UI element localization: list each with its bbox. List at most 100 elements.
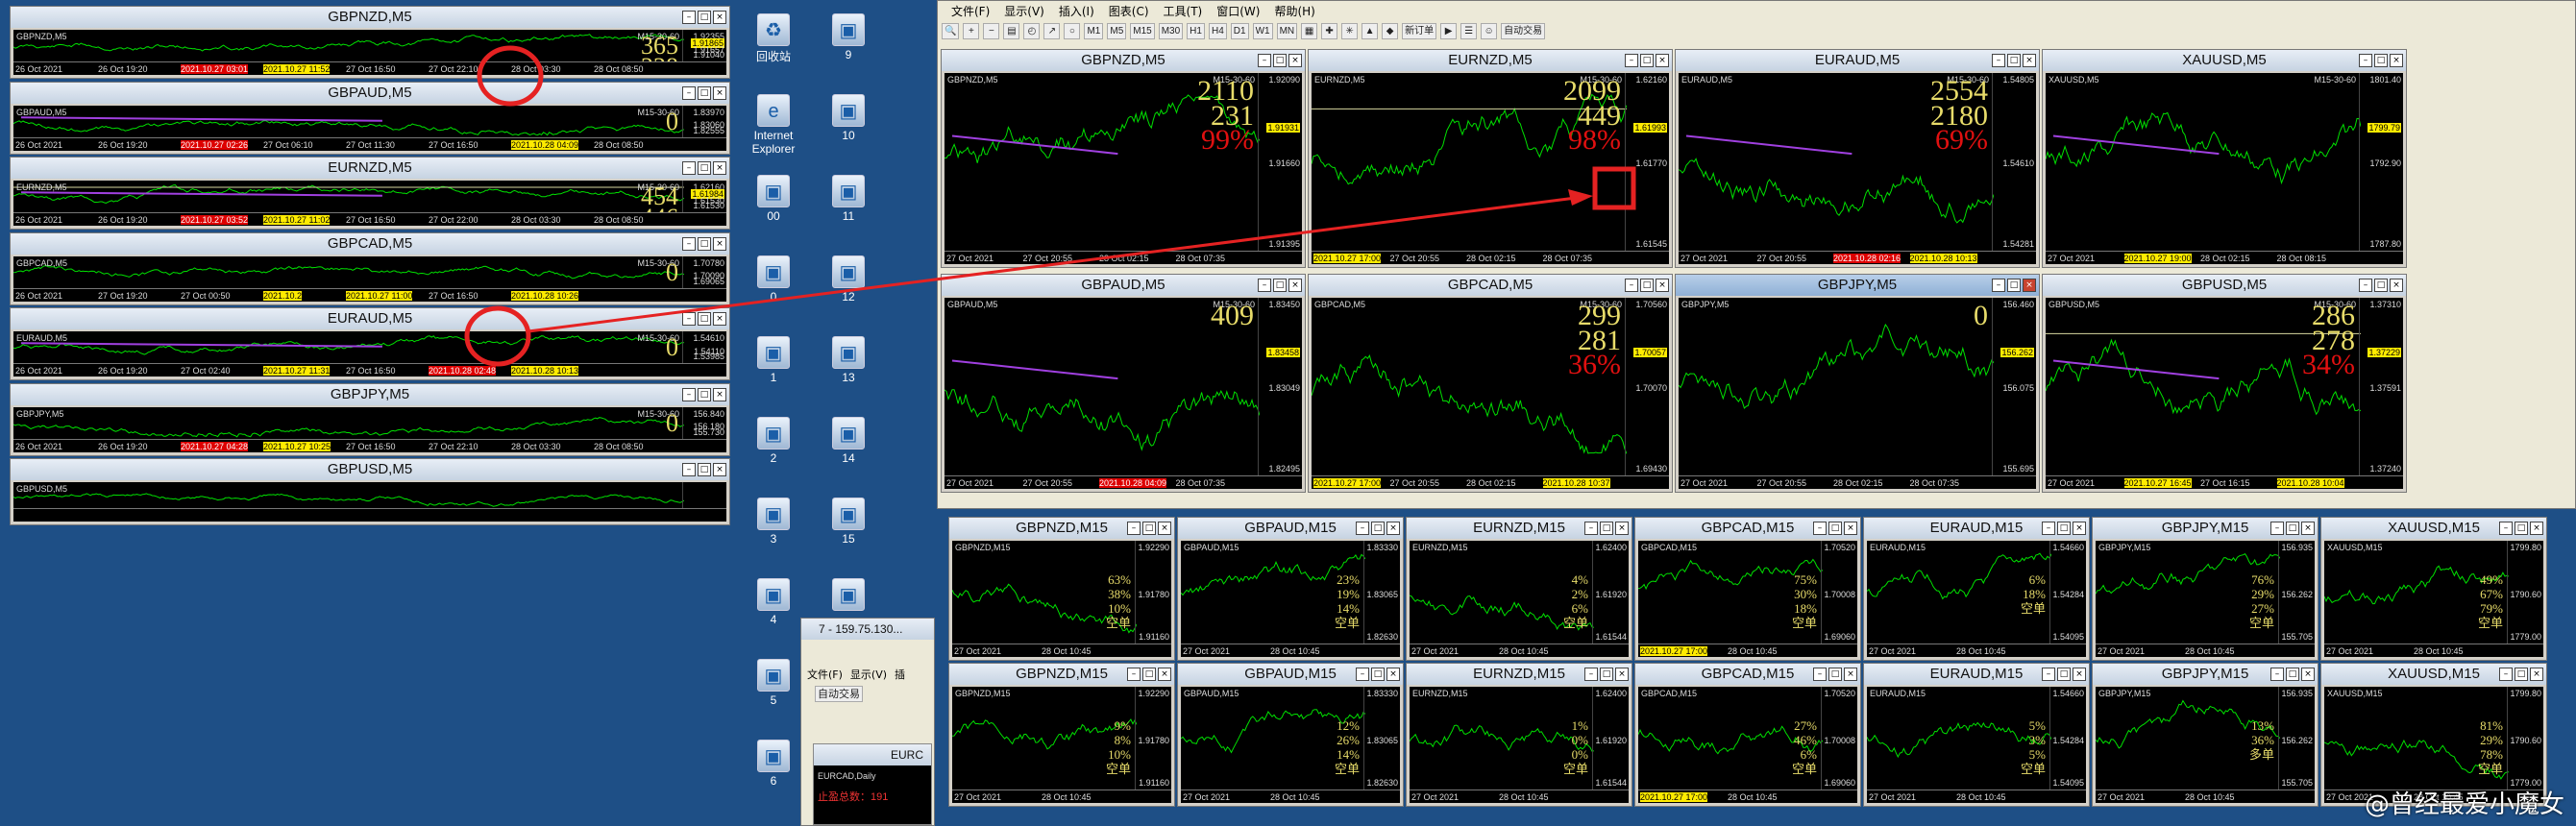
- main-chart-window[interactable]: XAUUSD,M5– □ × XAUUSD,M5 M15-30-60 1801.40 179…: [2042, 49, 2407, 268]
- close-button[interactable]: ×: [2390, 279, 2403, 292]
- minimize-button[interactable]: –: [1258, 54, 1271, 67]
- menu-item[interactable]: 文件(F): [951, 3, 990, 19]
- close-button[interactable]: ×: [1656, 54, 1669, 67]
- toolbar-icon[interactable]: ✳: [1341, 22, 1359, 39]
- chart-title[interactable]: GBPCAD,M5: [1309, 275, 1672, 296]
- chart-canvas[interactable]: GBPAUD,M15 1.83330 1.83065 1.82630 27 Oct 20…: [1181, 541, 1400, 657]
- minimize-button[interactable]: –: [2499, 522, 2513, 535]
- timeframe-button[interactable]: H1: [1187, 22, 1205, 39]
- desktop-icon[interactable]: ▣ 5: [740, 659, 807, 707]
- left-chart-window[interactable]: GBPJPY,M5– □ × GBPJPY,M5 M15-30-60 156.840 156…: [10, 382, 730, 456]
- main-chart-window[interactable]: GBPUSD,M5– □ × GBPUSD,M5 M15-30-60 1.37310 1.3…: [2042, 274, 2407, 493]
- maximize-button[interactable]: □: [1142, 668, 1156, 681]
- small-chart-window[interactable]: GBPJPY,M15 – □ × GBPJPY,M15 156.935 156.262 155…: [2092, 517, 2318, 661]
- toolbar-icon[interactable]: ☰: [1460, 22, 1478, 39]
- close-button[interactable]: ×: [1288, 279, 1302, 292]
- close-button[interactable]: ×: [2301, 668, 2315, 681]
- timeframe-button[interactable]: H4: [1208, 22, 1227, 39]
- menu-item[interactable]: 窗口(W): [1216, 3, 1260, 19]
- small-chart-window[interactable]: GBPCAD,M15 – □ × GBPCAD,M15 1.70520 1.70008 1.6…: [1634, 663, 1861, 807]
- minimize-button[interactable]: –: [1625, 54, 1638, 67]
- child-title[interactable]: EURC: [814, 744, 931, 765]
- close-button[interactable]: ×: [1615, 668, 1629, 681]
- small-chart-window[interactable]: GBPNZD,M15 – □ × GBPNZD,M15 1.92290 1.91780 1.9…: [948, 663, 1175, 807]
- desktop-icon[interactable]: ▣ 11: [815, 175, 882, 223]
- chart-canvas[interactable]: EURNZD,M5 M15-30-60 1.62160 1.61984 1.61530 1…: [13, 181, 726, 226]
- desktop-icon[interactable]: ▣: [815, 578, 882, 613]
- close-button[interactable]: ×: [1615, 522, 1629, 535]
- maximize-button[interactable]: □: [698, 387, 711, 401]
- chart-canvas[interactable]: EURAUD,M15 1.54660 1.54284 1.54095 27 Oct 20…: [1867, 687, 2086, 803]
- chart-title[interactable]: EURAUD,M5: [11, 308, 729, 329]
- small-chart-window[interactable]: EURNZD,M15 – □ × EURNZD,M15 1.62400 1.61920 1.6…: [1406, 663, 1632, 807]
- chart-title[interactable]: GBPJPY,M5: [1676, 275, 2039, 296]
- chart-title[interactable]: EURAUD,M5: [1676, 50, 2039, 71]
- timeframe-button[interactable]: MN: [1276, 22, 1298, 39]
- small-chart-window[interactable]: GBPCAD,M15 – □ × GBPCAD,M15 1.70520 1.70008 1.6…: [1634, 517, 1861, 661]
- main-chart-window[interactable]: EURAUD,M5– □ × EURAUD,M5 M15-30-60 1.54805 1.5…: [1675, 49, 2040, 268]
- toolbar-icon[interactable]: ✚: [1321, 22, 1338, 39]
- chart-canvas[interactable]: EURAUD,M5 M15-30-60 1.54805 1.54610 1.54281 2…: [1679, 73, 2036, 264]
- close-button[interactable]: ×: [2530, 668, 2543, 681]
- timeframe-button[interactable]: M15: [1130, 22, 1155, 39]
- maximize-button[interactable]: □: [2515, 522, 2528, 535]
- chart-title[interactable]: GBPCAD,M5: [11, 232, 729, 255]
- desktop-icon[interactable]: ▣ 15: [815, 498, 882, 546]
- minimize-button[interactable]: –: [2359, 279, 2372, 292]
- left-chart-window[interactable]: GBPCAD,M5– □ × GBPCAD,M5 M15-30-60 1.70780 1.7…: [10, 231, 730, 305]
- close-button[interactable]: ×: [1386, 668, 1400, 681]
- maximize-button[interactable]: □: [1600, 522, 1613, 535]
- menu-item[interactable]: 工具(T): [1164, 3, 1203, 19]
- toolbar-icon[interactable]: +: [963, 22, 980, 39]
- maximize-button[interactable]: □: [698, 463, 711, 476]
- chart-title[interactable]: EURNZD,M5: [1309, 50, 1672, 71]
- maximize-button[interactable]: □: [2057, 522, 2071, 535]
- chart-canvas[interactable]: GBPUSD,M5: [13, 482, 726, 522]
- toolbar-icon[interactable]: ▶: [1440, 22, 1458, 39]
- chart-title[interactable]: GBPNZD,M5: [11, 7, 729, 28]
- maximize-button[interactable]: □: [1640, 279, 1654, 292]
- chart-canvas[interactable]: XAUUSD,M15 1799.80 1790.60 1779.00 27 Oct 20…: [2324, 541, 2543, 657]
- maximize-button[interactable]: □: [1273, 279, 1287, 292]
- maximize-button[interactable]: □: [2374, 279, 2388, 292]
- desktop-icon[interactable]: ▣ 10: [815, 94, 882, 142]
- maximize-button[interactable]: □: [1640, 54, 1654, 67]
- minimize-button[interactable]: –: [2042, 668, 2055, 681]
- small-chart-window[interactable]: GBPNZD,M15 – □ × GBPNZD,M15 1.92290 1.91780 1.9…: [948, 517, 1175, 661]
- new-order-button[interactable]: 新订单: [1402, 22, 1437, 39]
- chart-canvas[interactable]: EURNZD,M5 M15-30-60 1.62160 1.61993 1.61770 1…: [1312, 73, 1669, 264]
- toolbar-icon[interactable]: ↗: [1043, 22, 1061, 39]
- maximize-button[interactable]: □: [2374, 54, 2388, 67]
- minimize-button[interactable]: –: [682, 85, 696, 100]
- close-button[interactable]: ×: [2023, 54, 2036, 67]
- small-chart-window[interactable]: EURAUD,M15 – □ × EURAUD,M15 1.54660 1.54284 1.5…: [1863, 663, 2090, 807]
- small-chart-window[interactable]: GBPAUD,M15 – □ × GBPAUD,M15 1.83330 1.83065 1.8…: [1177, 517, 1404, 661]
- small-chart-window[interactable]: GBPAUD,M15 – □ × GBPAUD,M15 1.83330 1.83065 1.8…: [1177, 663, 1404, 807]
- close-button[interactable]: ×: [1656, 279, 1669, 292]
- desktop-icon[interactable]: ▣ 2: [740, 417, 807, 465]
- minimize-button[interactable]: –: [2042, 522, 2055, 535]
- maximize-button[interactable]: □: [698, 312, 711, 326]
- chart-canvas[interactable]: GBPNZD,M15 1.92290 1.91780 1.91160 27 Oct 20…: [952, 541, 1171, 657]
- maximize-button[interactable]: □: [1600, 668, 1613, 681]
- desktop-icon[interactable]: ▣ 0: [740, 255, 807, 304]
- small-chart-window[interactable]: XAUUSD,M15 – □ × XAUUSD,M15 1799.80 1790.60 177…: [2320, 517, 2547, 661]
- close-button[interactable]: ×: [713, 312, 726, 326]
- chart-canvas[interactable]: GBPUSD,M5 M15-30-60 1.37310 1.37229 1.37591 1…: [2046, 298, 2403, 489]
- maximize-button[interactable]: □: [2286, 522, 2299, 535]
- maximize-button[interactable]: □: [1273, 54, 1287, 67]
- close-button[interactable]: ×: [1844, 522, 1857, 535]
- chart-title[interactable]: GBPUSD,M5: [11, 459, 729, 480]
- minimize-button[interactable]: –: [682, 312, 696, 326]
- small-chart-window[interactable]: EURNZD,M15 – □ × EURNZD,M15 1.62400 1.61920 1.6…: [1406, 517, 1632, 661]
- chart-canvas[interactable]: GBPAUD,M5 M15-30-60 1.83450 1.83458 1.83049 1…: [945, 298, 1302, 489]
- chart-canvas[interactable]: GBPCAD,M15 1.70520 1.70008 1.69060 2021.10.2…: [1638, 541, 1857, 657]
- toolbar-icon[interactable]: ▤: [1003, 22, 1020, 39]
- menu-item[interactable]: 图表(C): [1109, 3, 1149, 19]
- toolbar-icon[interactable]: ▲: [1362, 22, 1379, 39]
- minimize-button[interactable]: –: [1992, 279, 2005, 292]
- minimize-button[interactable]: –: [1584, 668, 1598, 681]
- minimize-button[interactable]: –: [682, 11, 696, 24]
- chart-title[interactable]: EURNZD,M5: [11, 158, 729, 179]
- desktop-icon[interactable]: ▣ 13: [815, 336, 882, 384]
